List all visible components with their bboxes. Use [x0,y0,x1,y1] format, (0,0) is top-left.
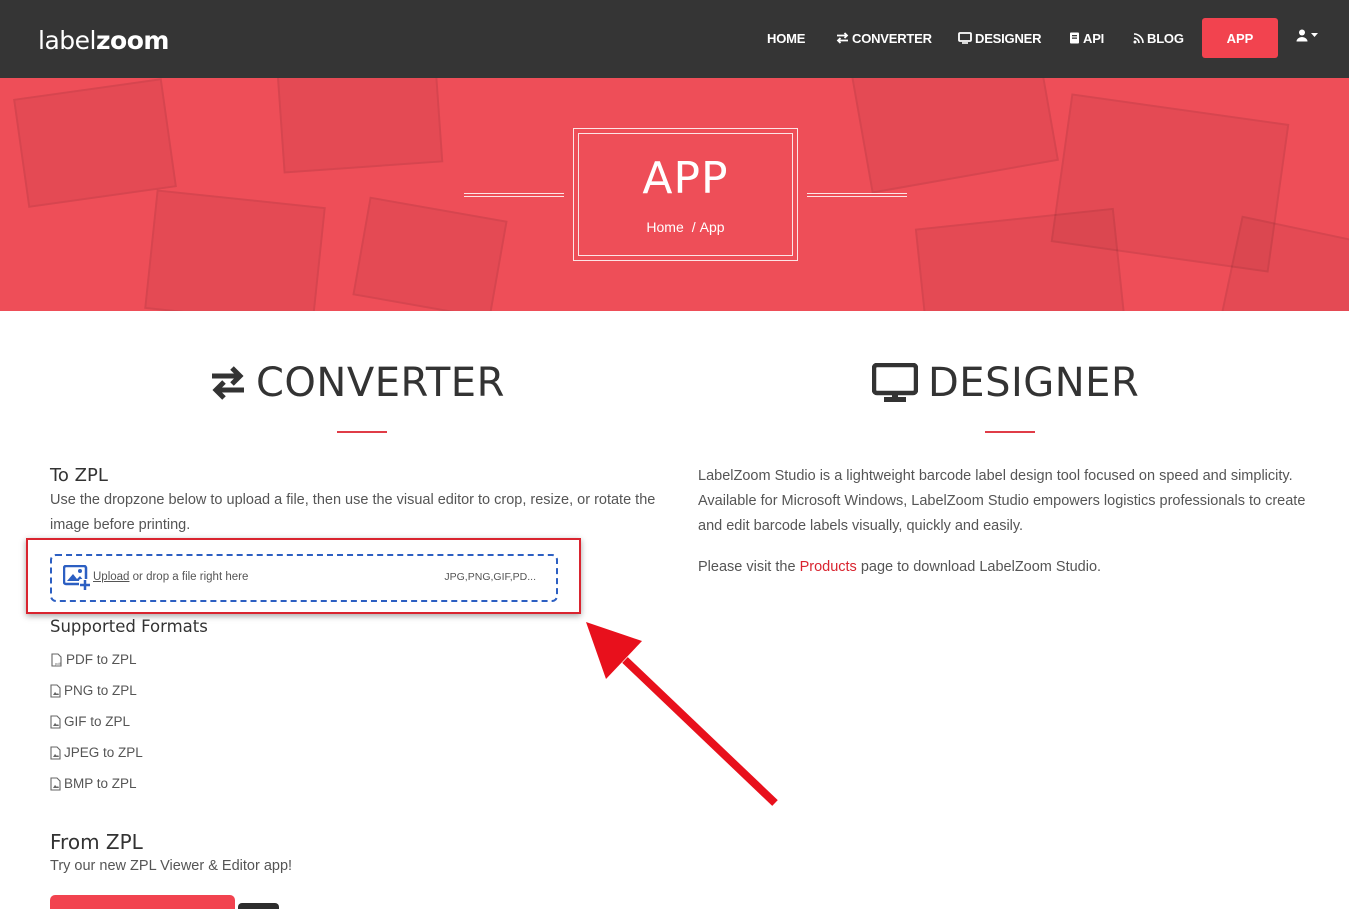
svg-text:pdf: pdf [55,661,61,666]
hero-bg-box [352,196,508,311]
annotation-arrow-shaft [622,657,778,806]
image-file-icon [50,714,61,729]
zpl-viewer-secondary-button[interactable] [238,903,279,909]
converter-divider [337,431,387,433]
dropzone-text: Upload or drop a file right here [93,571,248,583]
to-zpl-title: To ZPL [50,465,108,486]
hero-bg-box [914,207,1126,311]
annotation-arrow-head [586,622,642,679]
user-menu[interactable] [1296,29,1318,42]
hero-bg-box [851,78,1059,194]
nav-home[interactable]: HOME [767,29,805,47]
hero-bg-box [13,78,177,208]
designer-visit-suffix: page to download LabelZoom Studio. [860,559,1102,575]
book-icon [1070,32,1079,44]
app-button[interactable]: APP [1202,18,1278,58]
nav-converter[interactable]: CONVERTER [836,29,932,47]
file-dropzone[interactable]: Upload or drop a file right here JPG,PNG… [50,554,558,602]
nav-api[interactable]: API [1069,29,1104,47]
image-file-icon [50,745,61,760]
format-label: BMP to ZPL [64,776,137,791]
format-label: PDF to ZPL [66,652,137,667]
nav-blog-label: BLOG [1147,30,1184,46]
zpl-viewer-button[interactable] [50,895,235,909]
designer-heading-label: DESIGNER [928,360,1140,406]
monitor-icon [958,32,972,44]
nav-designer-label: DESIGNER [975,30,1042,46]
format-link-jpeg[interactable]: JPEG to ZPL [50,745,143,760]
breadcrumb-separator: / [691,219,696,235]
format-link-bmp[interactable]: BMP to ZPL [50,776,137,791]
designer-description: LabelZoom Studio is a lightweight barcod… [698,468,1306,534]
format-link-gif[interactable]: GIF to ZPL [50,714,130,729]
nav-designer[interactable]: DESIGNER [958,29,1042,47]
dropzone-file-types: JPG,PNG,GIF,PD... [444,571,536,583]
format-link-png[interactable]: PNG to ZPL [50,683,137,698]
dropzone-hint: or drop a file right here [132,571,249,583]
monitor-icon [872,363,918,402]
upload-link[interactable]: Upload [93,571,129,583]
breadcrumb-home[interactable]: Home [646,219,683,235]
products-link[interactable]: Products [800,559,857,575]
image-file-icon [50,683,61,698]
format-label: PNG to ZPL [64,683,137,698]
designer-divider [985,431,1035,433]
hero-line-right [807,193,907,197]
add-image-icon [63,565,91,591]
format-label: GIF to ZPL [64,714,131,729]
designer-visit-prefix: Please visit the [698,559,796,575]
nav-home-label: HOME [767,30,806,46]
format-label: JPEG to ZPL [64,745,143,760]
from-zpl-description: Try our new ZPL Viewer & Editor app! [50,858,293,874]
user-icon [1296,29,1308,42]
page-title: APP [642,153,729,204]
hero-title-frame: APP Home / App [573,128,798,261]
nav-blog[interactable]: BLOG [1133,29,1184,47]
pdf-file-icon: pdf [51,652,62,667]
hero-bg-box [1221,215,1349,311]
exchange-icon [836,32,849,44]
rss-icon [1133,32,1144,43]
nav-converter-label: CONVERTER [852,30,932,46]
converter-heading-label: CONVERTER [256,360,505,406]
hero-bg-box [276,78,444,174]
converter-heading: CONVERTER [210,360,505,406]
breadcrumb-current: App [699,219,725,235]
top-navbar: labelzoom HOME CONVERTER DESIGNER API BL… [0,0,1349,78]
from-zpl-title: From ZPL [50,830,143,854]
exchange-icon [212,366,244,400]
hero-bg-box [144,189,326,311]
caret-down-icon [1311,33,1318,37]
image-file-icon [50,776,61,791]
brand-logo[interactable]: labelzoom [38,26,169,55]
format-link-pdf[interactable]: pdf PDF to ZPL [50,652,137,667]
nav-api-label: API [1083,30,1105,46]
designer-heading: DESIGNER [872,360,1139,406]
supported-formats-title: Supported Formats [50,617,208,636]
hero-banner: APP Home / App [0,78,1349,311]
hero-line-left [464,193,564,197]
to-zpl-description: Use the dropzone below to upload a file,… [50,492,656,533]
breadcrumb: Home / App [574,219,797,235]
designer-visit-text: Please visit the Products page to downlo… [698,555,1326,580]
